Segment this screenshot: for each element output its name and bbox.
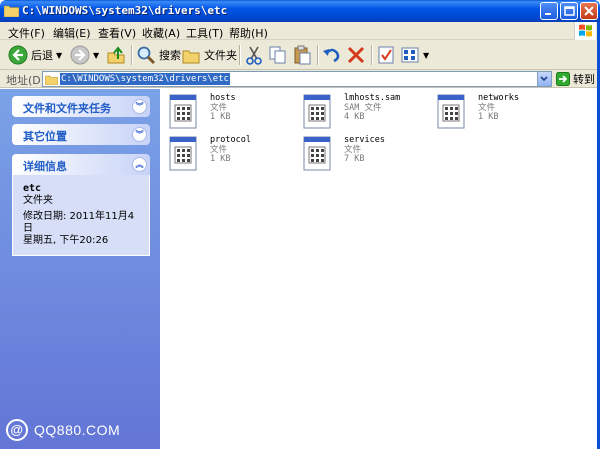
views-icon — [401, 47, 419, 63]
go-icon — [556, 72, 570, 86]
minimize-button[interactable] — [540, 2, 558, 20]
details-panel: 详细信息 ︽ etc 文件夹 修改日期: 2011年11月4日 星期五, 下午2… — [12, 154, 150, 256]
properties-button[interactable] — [376, 43, 396, 67]
address-bar: 地址(D) C:\WINDOWS\system32\drivers\etc 转到 — [0, 70, 600, 88]
menu-edit[interactable]: 编辑(E) — [53, 25, 91, 41]
maximize-icon — [564, 6, 575, 16]
menu-bar: 文件(F) 编辑(E) 查看(V) 收藏(A) 工具(T) 帮助(H) — [0, 22, 600, 40]
undo-button[interactable] — [322, 43, 342, 67]
folders-button[interactable]: 文件夹 — [181, 43, 237, 67]
expand-icon[interactable]: ︾ — [132, 127, 147, 142]
file-icon — [303, 136, 331, 171]
back-button[interactable]: 后退 ▼ — [8, 43, 62, 67]
search-button[interactable]: 搜索 — [136, 43, 181, 67]
forward-icon — [70, 45, 90, 65]
views-dropdown-icon[interactable]: ▼ — [423, 51, 429, 60]
toolbar-separator — [317, 45, 318, 65]
detail-modified-time: 星期五, 下午20:26 — [23, 235, 109, 246]
window-title: C:\WINDOWS\system32\drivers\etc — [22, 4, 228, 17]
tasks-panel-title: 文件和文件夹任务 — [23, 102, 111, 115]
up-button[interactable] — [106, 43, 126, 67]
cut-button[interactable] — [244, 43, 264, 67]
toolbar-separator — [371, 45, 372, 65]
other-places-title: 其它位置 — [23, 130, 67, 143]
file-icon — [437, 94, 465, 129]
other-places-header[interactable]: 其它位置 ︾ — [12, 124, 150, 145]
menu-view[interactable]: 查看(V) — [98, 25, 136, 41]
file-item[interactable]: services 文件 7 KB — [302, 135, 432, 176]
detail-type: 文件夹 — [23, 195, 53, 206]
file-size: 1 KB — [478, 112, 499, 122]
address-dropdown-button[interactable] — [537, 72, 551, 86]
go-button[interactable]: 转到 — [556, 71, 595, 87]
back-dropdown-icon[interactable]: ▼ — [56, 51, 62, 60]
properties-icon — [378, 46, 394, 64]
chevron-down-icon — [540, 76, 548, 82]
details-panel-header[interactable]: 详细信息 ︽ — [12, 154, 150, 175]
title-bar: C:\WINDOWS\system32\drivers\etc — [0, 0, 600, 22]
menu-favorites[interactable]: 收藏(A) — [142, 25, 180, 41]
watermark-text: QQ880.COM — [34, 422, 121, 438]
file-item[interactable]: hosts 文件 1 KB — [168, 93, 298, 134]
details-panel-title: 详细信息 — [23, 160, 67, 173]
minimize-icon — [545, 13, 551, 15]
paste-button[interactable] — [292, 43, 312, 67]
file-size: 1 KB — [210, 154, 231, 164]
close-icon — [584, 6, 594, 16]
toolbar-separator — [131, 45, 132, 65]
search-label: 搜索 — [159, 49, 181, 62]
menu-tools[interactable]: 工具(T) — [186, 25, 223, 41]
watermark: @ QQ880.COM — [6, 419, 120, 441]
file-icon — [169, 94, 197, 129]
delete-button[interactable] — [346, 43, 366, 67]
folder-icon — [4, 5, 19, 17]
forward-button[interactable]: ▼ — [70, 43, 99, 67]
other-places-panel: 其它位置 ︾ — [12, 124, 150, 145]
toolbar: 后退 ▼ ▼ 搜索 文件夹 ▼ — [0, 40, 600, 70]
toolbar-separator — [239, 45, 240, 65]
detail-modified: 修改日期: 2011年11月4日 — [23, 211, 135, 234]
windows-logo-icon — [574, 22, 596, 40]
forward-dropdown-icon[interactable]: ▼ — [93, 51, 99, 60]
expand-icon[interactable]: ︾ — [132, 99, 147, 114]
views-button[interactable]: ▼ — [400, 43, 429, 67]
folders-label: 文件夹 — [204, 49, 237, 62]
file-size: 7 KB — [344, 154, 365, 164]
tasks-panel: 文件和文件夹任务 ︾ — [12, 96, 150, 117]
paste-icon — [294, 45, 311, 65]
tasks-panel-header[interactable]: 文件和文件夹任务 ︾ — [12, 96, 150, 117]
file-size: 4 KB — [344, 112, 365, 122]
address-input[interactable]: C:\WINDOWS\system32\drivers\etc — [42, 71, 552, 87]
file-item[interactable]: protocol 文件 1 KB — [168, 135, 298, 176]
watermark-logo-icon: @ — [6, 419, 28, 441]
file-icon — [303, 94, 331, 129]
details-body: etc 文件夹 修改日期: 2011年11月4日 星期五, 下午20:26 — [12, 175, 150, 256]
close-button[interactable] — [580, 2, 598, 20]
address-label: 地址(D) — [6, 74, 46, 87]
detail-name: etc — [23, 183, 42, 194]
copy-icon — [269, 46, 286, 64]
copy-button[interactable] — [268, 43, 288, 67]
file-item[interactable]: lmhosts.sam SAM 文件 4 KB — [302, 93, 432, 134]
back-label: 后退 — [31, 49, 53, 62]
folder-icon — [45, 75, 58, 85]
menu-help[interactable]: 帮助(H) — [229, 25, 268, 41]
menu-file[interactable]: 文件(F) — [8, 25, 45, 41]
search-icon — [137, 46, 156, 65]
cut-icon — [246, 46, 262, 65]
collapse-icon[interactable]: ︽ — [132, 157, 147, 172]
back-icon — [8, 45, 28, 65]
file-icon — [169, 136, 197, 171]
undo-icon — [323, 48, 340, 63]
file-size: 1 KB — [210, 112, 231, 122]
folders-icon — [182, 50, 200, 64]
file-list: hosts 文件 1 KB lmhosts.sam SAM 文件 4 KB ne… — [160, 89, 600, 449]
maximize-button[interactable] — [560, 2, 578, 20]
address-value[interactable]: C:\WINDOWS\system32\drivers\etc — [60, 73, 230, 85]
file-item[interactable]: networks 文件 1 KB — [436, 93, 566, 134]
up-icon — [107, 46, 125, 64]
task-pane: 文件和文件夹任务 ︾ 其它位置 ︾ 详细信息 ︽ etc 文件夹 修改日期: 2… — [0, 89, 160, 449]
delete-icon — [347, 46, 365, 64]
go-label: 转到 — [573, 73, 595, 86]
